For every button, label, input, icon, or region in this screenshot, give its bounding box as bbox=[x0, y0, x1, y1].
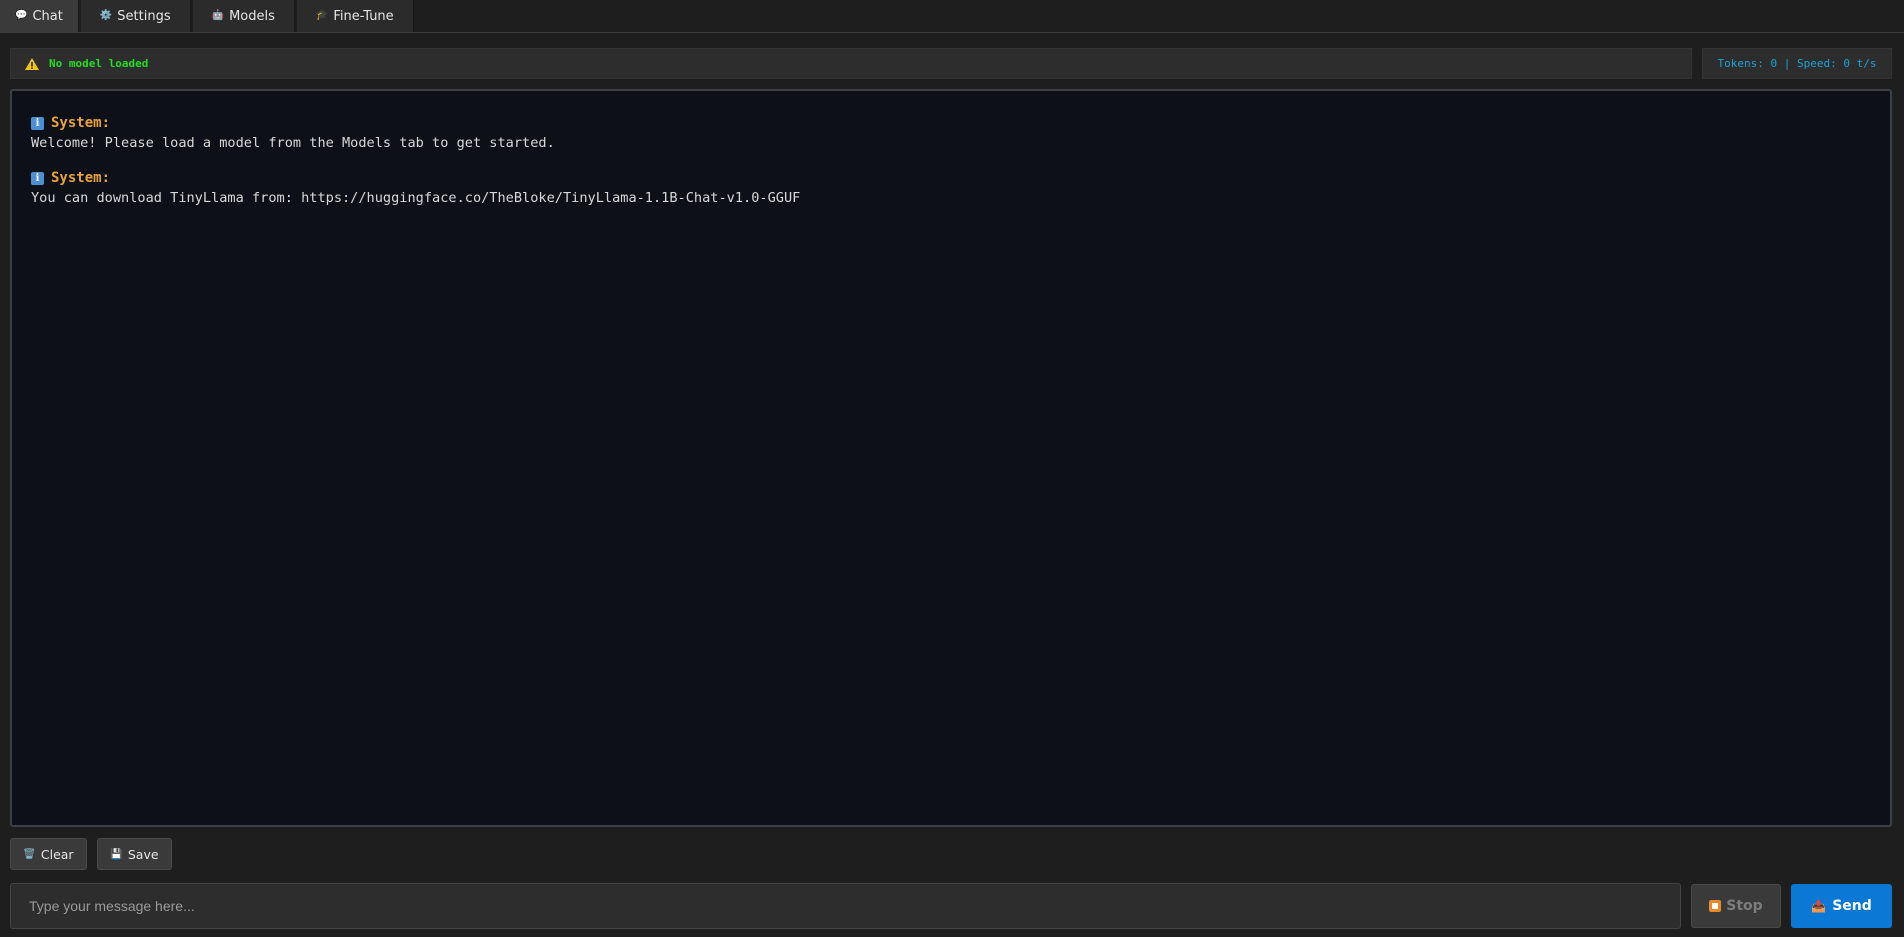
send-button[interactable]: 📤 Send bbox=[1791, 884, 1892, 928]
tab-label: Chat bbox=[32, 8, 63, 24]
model-status-bar: No model loaded bbox=[10, 48, 1692, 79]
tab-label: Fine-Tune bbox=[333, 8, 394, 24]
speech-bubble-icon: 💬 bbox=[15, 10, 28, 21]
app-window: 💬 Chat ⚙️ Settings 🤖 Models 🎓 Fine-Tune … bbox=[0, 0, 1904, 937]
send-label: Send bbox=[1832, 898, 1872, 914]
info-icon: i bbox=[31, 171, 44, 185]
floppy-disk-icon: 💾 bbox=[110, 848, 123, 860]
stop-icon bbox=[1709, 900, 1722, 912]
message-role: System: bbox=[51, 170, 111, 186]
stop-label: Stop bbox=[1726, 898, 1763, 914]
token-stats: Tokens: 0 | Speed: 0 t/s bbox=[1702, 48, 1892, 79]
graduation-cap-icon: 🎓 bbox=[315, 10, 329, 21]
tab-bar: 💬 Chat ⚙️ Settings 🤖 Models 🎓 Fine-Tune bbox=[0, 0, 1904, 33]
save-button[interactable]: 💾 Save bbox=[97, 838, 172, 870]
gear-icon: ⚙️ bbox=[99, 10, 113, 21]
tab-label: Settings bbox=[117, 8, 171, 24]
tab-settings[interactable]: ⚙️ Settings bbox=[80, 0, 191, 32]
message-text: Welcome! Please load a model from the Mo… bbox=[31, 135, 555, 151]
chat-message: i System: You can download TinyLlama fro… bbox=[31, 168, 1871, 208]
tab-models[interactable]: 🤖 Models bbox=[192, 0, 295, 32]
tab-fine-tune[interactable]: 🎓 Fine-Tune bbox=[296, 0, 414, 32]
model-status-text: No model loaded bbox=[49, 57, 149, 70]
clear-label: Clear bbox=[40, 846, 74, 862]
message-header: i System: bbox=[31, 168, 1871, 188]
trash-icon: 🗑️ bbox=[23, 848, 36, 860]
clear-button[interactable]: 🗑️ Clear bbox=[10, 838, 87, 870]
info-icon: i bbox=[31, 116, 44, 130]
save-label: Save bbox=[127, 846, 159, 862]
warning-icon bbox=[25, 57, 39, 70]
message-text: You can download TinyLlama from: https:/… bbox=[31, 190, 801, 206]
message-role: System: bbox=[51, 115, 111, 131]
chat-history[interactable]: i System: Welcome! Please load a model f… bbox=[10, 89, 1892, 827]
message-input[interactable] bbox=[10, 883, 1681, 929]
message-header: i System: bbox=[31, 113, 1871, 133]
outbox-icon: 📤 bbox=[1811, 899, 1827, 913]
robot-icon: 🤖 bbox=[211, 10, 225, 21]
tab-label: Models bbox=[229, 8, 275, 24]
tab-chat[interactable]: 💬 Chat bbox=[0, 0, 79, 32]
chat-message: i System: Welcome! Please load a model f… bbox=[31, 113, 1871, 153]
stop-button[interactable]: Stop bbox=[1691, 884, 1781, 928]
